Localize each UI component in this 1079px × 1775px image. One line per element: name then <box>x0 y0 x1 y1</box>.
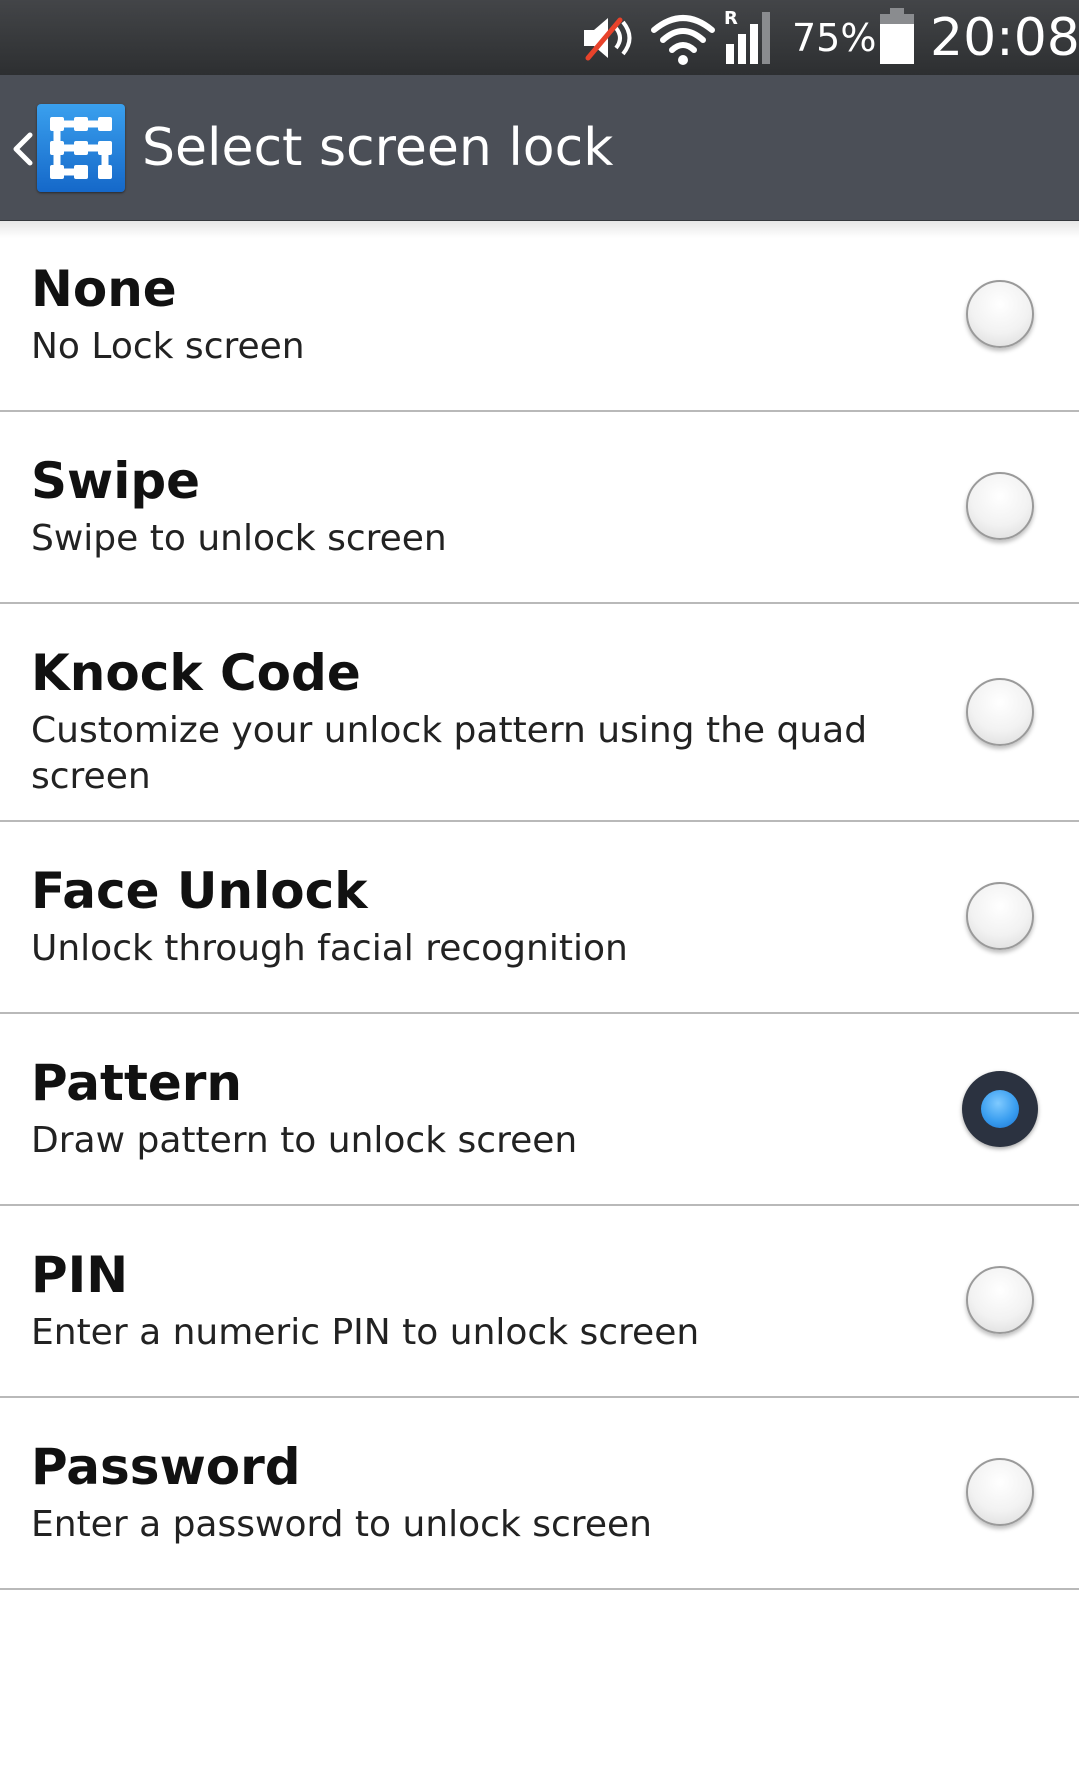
option-title: PIN <box>31 1246 129 1304</box>
action-bar-shadow <box>0 220 1079 238</box>
svg-text:R: R <box>724 8 738 29</box>
option-pattern[interactable]: Pattern Draw pattern to unlock screen <box>0 1014 1079 1206</box>
pattern-lock-icon[interactable] <box>37 104 125 192</box>
radio-button-swipe[interactable] <box>966 472 1034 540</box>
option-subtitle: Enter a numeric PIN to unlock screen <box>31 1312 700 1353</box>
action-bar: Select screen lock <box>0 75 1079 221</box>
option-pin[interactable]: PIN Enter a numeric PIN to unlock screen <box>0 1206 1079 1398</box>
option-none[interactable]: None No Lock screen <box>0 220 1079 412</box>
option-subtitle: Unlock through facial recognition <box>31 928 628 969</box>
option-title: Pattern <box>31 1054 243 1112</box>
option-subtitle: No Lock screen <box>31 326 305 367</box>
option-subtitle: Enter a password to unlock screen <box>31 1504 652 1545</box>
option-password[interactable]: Password Enter a password to unlock scre… <box>0 1398 1079 1590</box>
radio-button-pattern-selected[interactable] <box>962 1071 1038 1147</box>
radio-selected-dot <box>981 1090 1019 1128</box>
battery-icon <box>880 8 914 64</box>
wifi-icon <box>651 15 715 65</box>
radio-button-password[interactable] <box>966 1458 1034 1526</box>
volume-muted-icon <box>584 17 632 61</box>
radio-button-pin[interactable] <box>966 1266 1034 1334</box>
radio-button-knock-code[interactable] <box>966 678 1034 746</box>
clock: 20:08 <box>930 8 1079 68</box>
chevron-left-icon[interactable] <box>8 131 38 167</box>
option-face-unlock[interactable]: Face Unlock Unlock through facial recogn… <box>0 822 1079 1014</box>
option-swipe[interactable]: Swipe Swipe to unlock screen <box>0 412 1079 604</box>
battery-percent: 75% <box>792 16 877 60</box>
page-title: Select screen lock <box>142 118 614 178</box>
option-title: Swipe <box>31 452 201 510</box>
option-subtitle: Swipe to unlock screen <box>31 518 447 559</box>
option-subtitle: Customize your unlock pattern using the … <box>31 710 868 797</box>
radio-button-face-unlock[interactable] <box>966 882 1034 950</box>
signal-roaming-icon: R <box>724 8 770 64</box>
radio-button-none[interactable] <box>966 280 1034 348</box>
status-bar: R 75% 20:08 <box>0 0 1079 75</box>
option-title: None <box>31 260 177 318</box>
option-title: Knock Code <box>31 644 361 702</box>
option-knock-code[interactable]: Knock Code Customize your unlock pattern… <box>0 604 1079 822</box>
screen-lock-options-list: None No Lock screen Swipe Swipe to unloc… <box>0 220 1079 1590</box>
option-subtitle: Draw pattern to unlock screen <box>31 1120 578 1161</box>
option-title: Face Unlock <box>31 862 368 920</box>
option-title: Password <box>31 1438 301 1496</box>
